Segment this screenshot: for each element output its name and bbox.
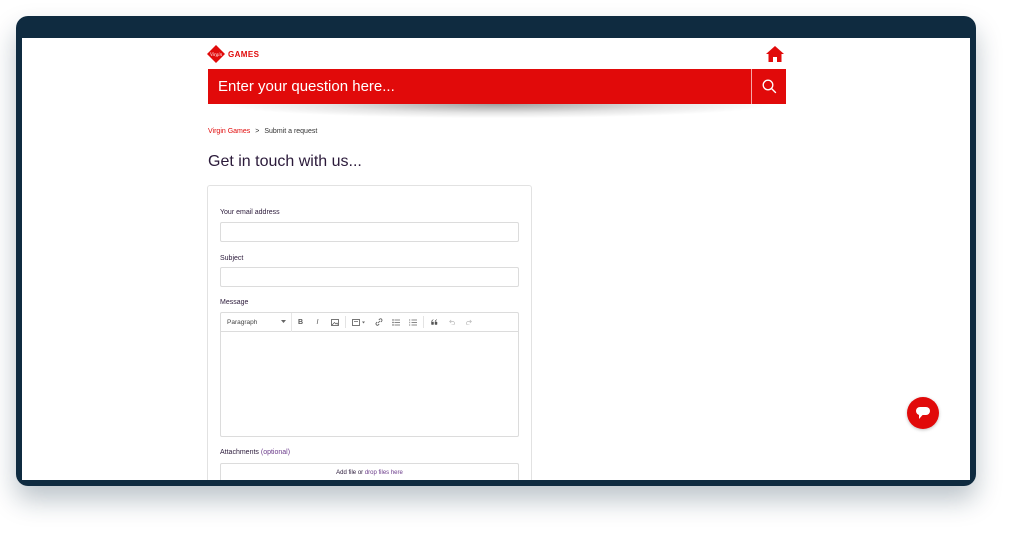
virgin-games-logo[interactable]: Virgin GAMES <box>207 42 263 66</box>
chat-icon <box>916 407 930 419</box>
undo-button[interactable] <box>443 313 460 332</box>
search-shadow <box>228 104 768 118</box>
subject-label: Subject <box>220 255 244 262</box>
home-icon[interactable] <box>766 46 784 62</box>
editor-toolbar: Paragraph B I <box>221 312 518 332</box>
redo-icon <box>465 319 472 325</box>
code-block-icon <box>352 318 365 326</box>
message-textarea[interactable] <box>221 332 518 436</box>
link-button[interactable] <box>370 313 387 332</box>
toolbar-separator <box>423 316 424 328</box>
numbered-list-icon <box>409 318 417 326</box>
attachment-dropzone[interactable]: Add file or drop files here <box>220 463 519 480</box>
search-icon <box>762 79 776 94</box>
virgin-logo-icon: Virgin <box>207 45 225 63</box>
chat-button[interactable] <box>907 397 939 429</box>
insert-image-button[interactable] <box>326 313 343 332</box>
undo-icon <box>448 319 455 325</box>
quote-icon <box>431 319 438 325</box>
subject-field[interactable] <box>220 267 519 287</box>
toolbar-separator <box>345 316 346 328</box>
message-editor: Paragraph B I <box>220 312 519 437</box>
request-form: Your email address Subject Message Parag… <box>207 185 532 480</box>
paragraph-format-label: Paragraph <box>227 318 258 326</box>
italic-button[interactable]: I <box>309 313 326 332</box>
bulleted-list-button[interactable] <box>387 313 404 332</box>
browser-viewport: Virgin GAMES Virgin Games > Submit a req… <box>22 38 970 480</box>
svg-text:Virgin: Virgin <box>210 53 223 58</box>
drop-files-text: drop files here <box>364 470 403 476</box>
email-field[interactable] <box>220 222 519 242</box>
quote-button[interactable] <box>426 313 443 332</box>
page-title: Get in touch with us... <box>208 153 362 170</box>
logo-text: GAMES <box>228 49 260 59</box>
numbered-list-button[interactable] <box>404 313 421 332</box>
insert-block-button[interactable] <box>348 313 370 332</box>
image-icon <box>330 318 339 326</box>
breadcrumb-home-link[interactable]: Virgin Games <box>208 128 250 135</box>
bulleted-list-icon <box>391 318 400 326</box>
paragraph-format-select[interactable]: Paragraph <box>221 312 292 332</box>
or-text: or <box>357 470 364 476</box>
attachments-optional: (optional) <box>260 449 291 456</box>
bold-button[interactable]: B <box>292 313 309 332</box>
attachments-label: Attachments (optional) <box>220 449 291 456</box>
chevron-down-icon <box>281 320 286 323</box>
search-bar <box>208 69 786 104</box>
message-label: Message <box>220 299 249 306</box>
breadcrumb-current: Submit a request <box>264 128 318 135</box>
redo-button[interactable] <box>460 313 477 332</box>
link-icon <box>375 318 382 326</box>
add-file-link[interactable]: Add file <box>336 470 356 476</box>
search-button[interactable] <box>751 69 786 104</box>
breadcrumb-separator: > <box>255 128 260 135</box>
breadcrumb: Virgin Games > Submit a request <box>208 128 317 135</box>
email-label: Your email address <box>220 209 280 216</box>
search-input[interactable] <box>208 69 751 104</box>
